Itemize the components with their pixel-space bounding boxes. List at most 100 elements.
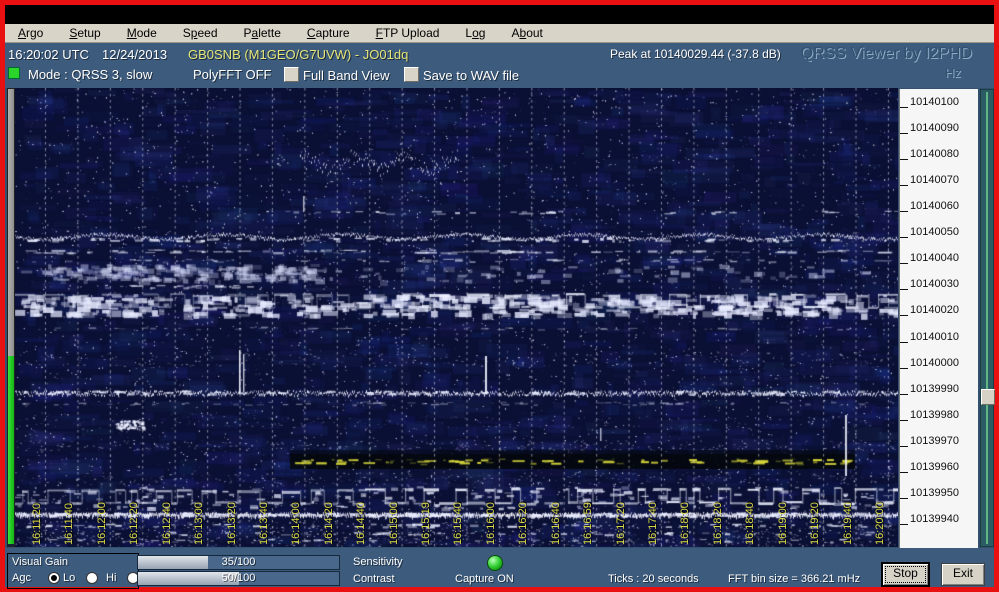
contrast-slider[interactable]: 50/100 [137, 571, 340, 586]
time-label: 16:17:20 [615, 489, 627, 545]
main-display: 16:11:20 16:11:40 16:12:00 16:12:20 16:12:40… [5, 88, 994, 548]
peak-readout: Peak at 10140029.44 (-37.8 dB) [610, 47, 781, 61]
save-wav-label: Save to WAV file [423, 68, 519, 83]
time-label: 16:14:40 [355, 489, 367, 545]
freq-label: 10140060 [910, 200, 959, 212]
time-label: 16:16:59 [582, 489, 594, 545]
freq-tick [900, 159, 908, 160]
full-band-view-checkbox[interactable] [284, 67, 299, 82]
time-label: 16:18:40 [744, 489, 756, 545]
freq-tick [900, 472, 908, 473]
radio-dot [51, 575, 57, 581]
freq-tick [900, 368, 908, 369]
menu-item-ftp-upload[interactable]: FTP Upload [363, 26, 453, 40]
progress-done [8, 356, 14, 544]
menu-item-mode[interactable]: Mode [114, 26, 170, 40]
argo-window: ArgoSetupModeSpeedPaletteCaptureFTP Uplo… [0, 0, 999, 592]
app-title: QRSS Viewer by I2PHD [801, 45, 972, 63]
menu-item-setup[interactable]: Setup [56, 26, 113, 40]
freq-label: 10140080 [910, 148, 959, 160]
time-label: 16:11:20 [31, 489, 43, 545]
sensitivity-slider[interactable]: 35/100 [137, 555, 340, 570]
slider-thumb[interactable] [981, 389, 995, 405]
time-label: 16:14:20 [323, 489, 335, 545]
full-band-view-label: Full Band View [303, 68, 389, 83]
time-label: 16:12:20 [128, 489, 140, 545]
mode-status-led [8, 67, 20, 79]
exit-button[interactable]: Exit [941, 563, 985, 586]
freq-label: 10139950 [910, 487, 959, 499]
time-label: 16:15:40 [452, 489, 464, 545]
time-label: 16:12:40 [161, 489, 173, 545]
capture-progress-bar [7, 88, 15, 547]
menu-item-argo[interactable]: Argo [5, 26, 56, 40]
title-bar [5, 5, 994, 24]
callsign: GB0SNB (M1GEO/G7UVW) - JO01dq [188, 47, 408, 62]
menu-item-about[interactable]: About [498, 26, 555, 40]
time-label: 16:16:20 [517, 489, 529, 545]
freq-tick [900, 342, 908, 343]
time-label: 16:16:40 [550, 489, 562, 545]
freq-tick [900, 420, 908, 421]
freq-label: 10140040 [910, 252, 959, 264]
control-bar: Visual Gain Agc Lo Hi 35/100 50/100 Sensit… [5, 548, 994, 587]
capture-status: Capture ON [455, 573, 514, 585]
spectrogram-canvas[interactable] [15, 88, 898, 547]
freq-tick [900, 394, 908, 395]
ticks-info: Ticks : 20 seconds [608, 573, 699, 585]
freq-tick [900, 289, 908, 290]
sensitivity-label: Sensitivity [353, 556, 403, 568]
time-label: 16:15:19 [420, 489, 432, 545]
time-label: 16:17:40 [647, 489, 659, 545]
freq-label: 10139990 [910, 383, 959, 395]
frequency-scale: 10140100 10140090 10140080 10140070 10140060… [899, 89, 978, 548]
save-wav-checkbox[interactable] [404, 67, 419, 82]
time-label: 16:11:40 [63, 489, 75, 545]
freq-tick [900, 446, 908, 447]
mode-label: Mode : QRSS 3, slow [28, 67, 152, 82]
polyfft-toggle[interactable]: PolyFFT OFF [193, 67, 271, 82]
radio-agc[interactable] [48, 572, 60, 584]
slider-groove [986, 92, 988, 544]
radio-label-hi: Hi [106, 572, 116, 584]
freq-tick [900, 498, 908, 499]
stop-button[interactable]: Stop [882, 563, 929, 586]
visual-gain-label: Visual Gain [12, 556, 68, 568]
freq-tick [900, 237, 908, 238]
frequency-scale-slider[interactable] [980, 89, 994, 547]
menu-item-capture[interactable]: Capture [294, 26, 363, 40]
contrast-value: 50/100 [138, 572, 339, 585]
capture-led [487, 555, 503, 571]
freq-label: 10139940 [910, 513, 959, 525]
freq-tick [900, 133, 908, 134]
menu-item-log[interactable]: Log [452, 26, 498, 40]
header-block: 16:20:02 UTC 12/24/2013 GB0SNB (M1GEO/G7… [5, 43, 994, 88]
menu-item-speed[interactable]: Speed [170, 26, 231, 40]
time-label: 16:19:40 [842, 489, 854, 545]
time-label: 16:19:20 [809, 489, 821, 545]
menu-bar: ArgoSetupModeSpeedPaletteCaptureFTP Uplo… [5, 24, 994, 43]
time-label: 16:18:00 [679, 489, 691, 545]
utc-time: 16:20:02 UTC [8, 47, 89, 62]
freq-tick [900, 263, 908, 264]
freq-label: 10140100 [910, 96, 959, 108]
freq-label: 10140090 [910, 122, 959, 134]
freq-tick [900, 211, 908, 212]
radio-label-lo: Lo [63, 572, 75, 584]
freq-label: 10140070 [910, 174, 959, 186]
freq-label: 10139960 [910, 461, 959, 473]
time-label: 16:12:00 [96, 489, 108, 545]
sensitivity-value: 35/100 [138, 556, 339, 569]
time-label: 16:16:00 [485, 489, 497, 545]
radio-lo[interactable] [86, 572, 98, 584]
freq-label: 10140010 [910, 331, 959, 343]
time-label: 16:14:00 [290, 489, 302, 545]
menu-item-palette[interactable]: Palette [231, 26, 294, 40]
radio-label-agc: Agc [12, 572, 31, 584]
freq-tick [900, 524, 908, 525]
time-label: 16:19:00 [777, 489, 789, 545]
freq-label: 10140020 [910, 304, 959, 316]
freq-tick [900, 185, 908, 186]
fft-bin-info: FFT bin size = 366.21 mHz [728, 573, 860, 585]
contrast-label: Contrast [353, 573, 395, 585]
